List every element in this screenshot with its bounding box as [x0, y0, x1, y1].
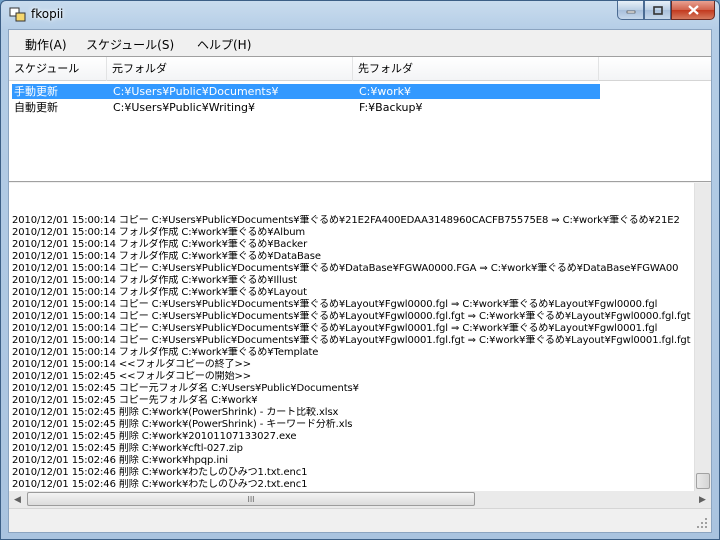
- schedule-source: C:¥Users¥Public¥Documents¥: [113, 85, 279, 98]
- log-line[interactable]: 2010/12/01 15:00:14 コピー C:¥Users¥Public¥…: [12, 263, 695, 275]
- close-icon: [687, 5, 699, 15]
- log-lines: 2010/12/01 15:00:14 コピー C:¥Users¥Public¥…: [12, 215, 695, 503]
- window-title: fkopii: [31, 7, 64, 21]
- maximize-button[interactable]: [644, 1, 671, 20]
- log-vertical-scroll-thumb[interactable]: [696, 473, 710, 489]
- log-line[interactable]: 2010/12/01 15:00:14 コピー C:¥Users¥Public¥…: [12, 215, 695, 227]
- log-line[interactable]: 2010/12/01 15:00:14 コピー C:¥Users¥Public¥…: [12, 323, 695, 335]
- log-vertical-scrollbar[interactable]: [694, 183, 711, 491]
- client-area: 動作(A) スケジュール(S) ヘルプ(H) スケジュール 元フォルダ 先フォル…: [8, 29, 712, 533]
- log-line[interactable]: 2010/12/01 15:02:45 <<フォルダコピーの開始>>: [12, 371, 695, 383]
- schedule-name: 手動更新: [14, 85, 58, 98]
- log-line[interactable]: 2010/12/01 15:00:14 フォルダ作成 C:¥work¥筆ぐるめ¥…: [12, 227, 695, 239]
- log-line[interactable]: 2010/12/01 15:00:14 フォルダ作成 C:¥work¥筆ぐるめ¥…: [12, 287, 695, 299]
- schedule-list[interactable]: スケジュール 元フォルダ 先フォルダ 手動更新 C:¥Users¥Public¥…: [9, 56, 711, 182]
- log-line[interactable]: 2010/12/01 15:00:14 フォルダ作成 C:¥work¥筆ぐるめ¥…: [12, 275, 695, 287]
- schedule-list-header: スケジュール 元フォルダ 先フォルダ: [9, 57, 711, 81]
- log-line[interactable]: 2010/12/01 15:00:14 コピー C:¥Users¥Public¥…: [12, 335, 695, 347]
- log-line[interactable]: 2010/12/01 15:02:45 削除 C:¥work¥(PowerShr…: [12, 419, 695, 431]
- scroll-right-arrow-icon[interactable]: ▶: [694, 491, 711, 508]
- log-line[interactable]: 2010/12/01 15:02:45 コピー元フォルダ名 C:¥Users¥P…: [12, 383, 695, 395]
- column-header-destination[interactable]: 先フォルダ: [353, 57, 599, 81]
- schedule-row[interactable]: 手動更新 C:¥Users¥Public¥Documents¥ C:¥work¥: [12, 84, 600, 99]
- log-line[interactable]: 2010/12/01 15:02:45 削除 C:¥work¥(PowerShr…: [12, 407, 695, 419]
- log-line[interactable]: 2010/12/01 15:02:45 コピー先フォルダ名 C:¥work¥: [12, 395, 695, 407]
- schedule-name: 自動更新: [14, 101, 58, 114]
- column-header-source[interactable]: 元フォルダ: [107, 57, 353, 81]
- log-list[interactable]: 2010/12/01 15:00:14 コピー C:¥Users¥Public¥…: [9, 183, 711, 508]
- maximize-icon: [652, 5, 663, 15]
- scroll-left-arrow-icon[interactable]: ◀: [9, 491, 26, 508]
- folder-copy-icon: [9, 7, 26, 22]
- minimize-icon: [626, 10, 635, 14]
- schedule-source: C:¥Users¥Public¥Writing¥: [113, 101, 256, 114]
- log-line[interactable]: 2010/12/01 15:02:45 削除 C:¥work¥cftl-027.…: [12, 443, 695, 455]
- log-line[interactable]: 2010/12/01 15:02:46 削除 C:¥work¥わたしのひみつ2.…: [12, 479, 695, 491]
- log-horizontal-scrollbar[interactable]: ◀ III ▶: [9, 491, 711, 508]
- log-line[interactable]: 2010/12/01 15:00:14 <<フォルダコピーの終了>>: [12, 359, 695, 371]
- log-line[interactable]: 2010/12/01 15:00:14 フォルダ作成 C:¥work¥筆ぐるめ¥…: [12, 251, 695, 263]
- schedule-row[interactable]: 自動更新 C:¥Users¥Public¥Writing¥ F:¥Backup¥: [12, 100, 600, 115]
- app-window: fkopii 動作(A) スケジュール(S) ヘルプ(H) スケジュール 元フォ…: [0, 0, 720, 540]
- status-bar: [9, 508, 711, 532]
- schedule-dest: F:¥Backup¥: [359, 101, 423, 114]
- menu-help[interactable]: ヘルプ(H): [197, 36, 251, 53]
- menu-action[interactable]: 動作(A): [25, 36, 67, 53]
- column-header-schedule[interactable]: スケジュール: [9, 57, 107, 81]
- resize-grip-icon[interactable]: [696, 517, 708, 529]
- schedule-dest: C:¥work¥: [359, 85, 412, 98]
- log-line[interactable]: 2010/12/01 15:00:14 フォルダ作成 C:¥work¥筆ぐるめ¥…: [12, 239, 695, 251]
- log-horizontal-scroll-thumb[interactable]: III: [27, 492, 475, 506]
- menu-schedule[interactable]: スケジュール(S): [86, 36, 174, 53]
- scroll-grip-icon: III: [247, 494, 255, 504]
- log-line[interactable]: 2010/12/01 15:02:45 削除 C:¥work¥201011071…: [12, 431, 695, 443]
- minimize-button[interactable]: [617, 1, 644, 20]
- log-line[interactable]: 2010/12/01 15:02:46 削除 C:¥work¥わたしのひみつ1.…: [12, 467, 695, 479]
- close-button[interactable]: [671, 1, 715, 20]
- log-line[interactable]: 2010/12/01 15:00:14 コピー C:¥Users¥Public¥…: [12, 311, 695, 323]
- log-line[interactable]: 2010/12/01 15:00:14 コピー C:¥Users¥Public¥…: [12, 299, 695, 311]
- menu-bar: 動作(A) スケジュール(S) ヘルプ(H): [9, 30, 711, 56]
- title-bar[interactable]: fkopii: [1, 1, 719, 29]
- log-line[interactable]: 2010/12/01 15:02:46 削除 C:¥work¥hpqp.ini: [12, 455, 695, 467]
- log-line[interactable]: 2010/12/01 15:00:14 フォルダ作成 C:¥work¥筆ぐるめ¥…: [12, 347, 695, 359]
